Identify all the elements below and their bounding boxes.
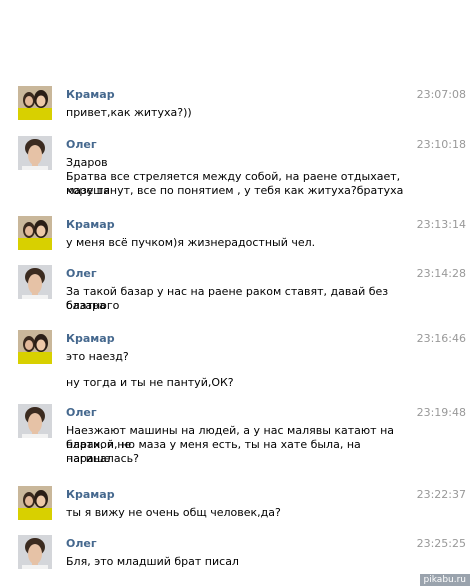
message-time[interactable]: 23:13:14 <box>417 218 466 231</box>
sender-name[interactable]: Крамар <box>66 332 115 345</box>
message-time[interactable]: 23:14:28 <box>417 267 466 280</box>
oleg-avatar[interactable] <box>18 136 52 170</box>
sender-name[interactable]: Крамар <box>66 218 115 231</box>
message-line: ну тогда и ты не пантуй,ОК? <box>66 376 234 389</box>
message-time[interactable]: 23:22:37 <box>417 488 466 501</box>
oleg-avatar[interactable] <box>18 265 52 299</box>
sender-name[interactable]: Олег <box>66 267 97 280</box>
kramar-avatar[interactable] <box>18 486 52 520</box>
message-time[interactable]: 23:10:18 <box>417 138 466 151</box>
message-history: Крамар 23:07:08 привет,как житуха?)) Оле… <box>0 0 474 588</box>
sender-name[interactable]: Крамар <box>66 488 115 501</box>
sender-name[interactable]: Олег <box>66 406 97 419</box>
message-line: у меня всё пучком)я жизнерадостный чел. <box>66 236 316 249</box>
message-line: базара <box>66 299 106 312</box>
oleg-avatar[interactable] <box>18 404 52 438</box>
oleg-avatar[interactable] <box>18 535 52 569</box>
watermark: pikabu.ru <box>419 574 470 586</box>
sender-name[interactable]: Крамар <box>66 88 115 101</box>
message-time[interactable]: 23:16:46 <box>417 332 466 345</box>
message-time[interactable]: 23:25:25 <box>417 537 466 550</box>
message-line: мазу тянут, все по понятием , у тебя как… <box>66 184 404 197</box>
message-line: нагиналась? <box>66 452 139 465</box>
message-line: это наезд? <box>66 350 129 363</box>
message-time[interactable]: 23:07:08 <box>417 88 466 101</box>
message-line: Здаров <box>66 156 108 169</box>
message-line: ты я вижу не очень общ человек,да? <box>66 506 281 519</box>
sender-name[interactable]: Олег <box>66 138 97 151</box>
kramar-avatar[interactable] <box>18 216 52 250</box>
kramar-avatar[interactable] <box>18 86 52 120</box>
message-time[interactable]: 23:19:48 <box>417 406 466 419</box>
message-line: привет,как житуха?)) <box>66 106 192 119</box>
message-line: Бля, это младший брат писал <box>66 555 239 568</box>
kramar-avatar[interactable] <box>18 330 52 364</box>
sender-name[interactable]: Олег <box>66 537 97 550</box>
